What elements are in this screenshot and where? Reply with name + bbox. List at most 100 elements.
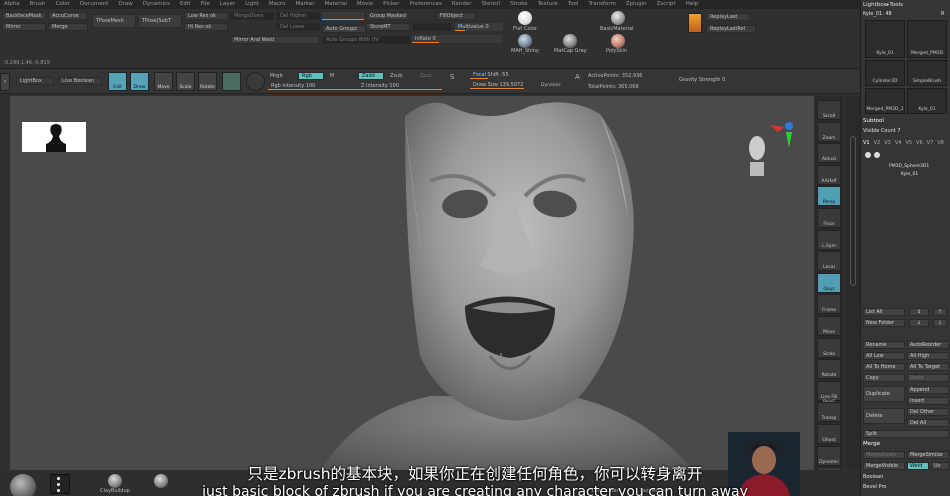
version-tab[interactable]: V4 <box>895 140 902 148</box>
scale-mode-button[interactable]: Scale <box>176 72 195 91</box>
menu-item[interactable]: Dynamics <box>143 0 170 9</box>
edit-mode-button[interactable]: Edit <box>108 72 127 91</box>
live-boolean-button[interactable]: Live Boolean <box>58 77 102 85</box>
arrow-down-small-icon[interactable]: ↓ <box>933 319 947 327</box>
version-tab[interactable]: V1 <box>863 140 870 148</box>
s-icon[interactable]: S <box>450 73 460 91</box>
menu-item[interactable]: Material <box>325 0 347 9</box>
shelf-button-scroll[interactable]: Scroll <box>817 100 841 120</box>
del-other-button[interactable]: Del Other <box>907 408 949 416</box>
tool-thumbnail[interactable]: SimpleBrush <box>907 60 947 86</box>
zadd-button[interactable]: Zadd <box>358 72 384 80</box>
shelf-button-rotate[interactable]: Rotate <box>817 359 841 380</box>
delete-button[interactable]: Delete <box>863 408 905 424</box>
copy-button[interactable]: Copy <box>863 374 905 382</box>
r-label[interactable]: R <box>941 11 944 17</box>
merge-button[interactable]: Merge <box>48 23 88 31</box>
menu-item[interactable]: Zscript <box>657 0 676 9</box>
multivalue-slider[interactable]: Multivalue 0 <box>455 23 503 31</box>
duplicate-button[interactable]: Duplicate <box>863 386 905 402</box>
shelf-button-ghost[interactable]: Ghost <box>817 424 841 444</box>
poly-skin-material-icon[interactable] <box>611 34 625 48</box>
auto-groups-uv-button[interactable]: Auto Groups With UV <box>322 36 410 44</box>
fill-object-button[interactable]: FillObject <box>436 12 476 20</box>
list-all-button[interactable]: List All <box>863 308 905 316</box>
shelf-button-l-sym[interactable]: L.Sym <box>817 229 841 250</box>
m-label[interactable]: M <box>330 73 334 79</box>
tray-merge-down-button[interactable]: MergeDown <box>863 451 905 459</box>
split-button[interactable]: Split <box>863 430 949 438</box>
tool-thumbnail[interactable]: Merged_PM3D_1 <box>865 88 905 114</box>
rotate-mode-button[interactable]: Rotate <box>198 72 217 91</box>
rgb-button[interactable]: Rgb <box>298 72 324 80</box>
version-tab[interactable]: V5 <box>905 140 912 148</box>
mirror-and-weld-button[interactable]: Mirror And Weld <box>230 36 320 44</box>
gravity-strength-slider[interactable]: Gravity Strength 0 <box>676 76 766 84</box>
material-sphere-icon[interactable] <box>222 72 241 91</box>
del-all-button[interactable]: Del All <box>907 419 949 427</box>
menu-item[interactable]: File <box>201 0 210 9</box>
hi-res-ok-button[interactable]: Hi Res ok <box>184 23 228 31</box>
basic-material-icon[interactable] <box>611 11 625 25</box>
menu-item[interactable]: Document <box>80 0 109 9</box>
version-tab[interactable]: V2 <box>874 140 881 148</box>
subtool-kyle-item[interactable]: Kyle_01 <box>901 172 918 177</box>
replay-last-rel-button[interactable]: ReplayLastRel <box>706 25 756 33</box>
store-mt-button[interactable]: StoreMT <box>366 23 410 31</box>
subtool-dot-icon[interactable] <box>865 152 871 158</box>
replay-last-button[interactable]: ReplayLast <box>706 13 750 21</box>
coll-button[interactable] <box>412 23 452 31</box>
append-button[interactable]: Append <box>907 386 949 394</box>
paste-button[interactable]: Paste <box>907 374 949 382</box>
arrow-up-icon[interactable]: ↑ <box>933 308 947 316</box>
sculpt-head-model[interactable]: + <box>10 96 814 494</box>
menu-item[interactable]: Preferences <box>410 0 442 9</box>
shelf-button-persp[interactable]: Persp <box>817 186 841 207</box>
shelf-button-qxyz[interactable]: Qxyz <box>817 272 841 293</box>
menu-item[interactable]: Light <box>245 0 259 9</box>
z-intensity-slider[interactable]: Z Intensity 100 <box>358 82 442 90</box>
replay-icon[interactable] <box>688 13 702 33</box>
menu-item[interactable]: Marker <box>296 0 315 9</box>
menu-item[interactable]: Brush <box>30 0 46 9</box>
menu-item[interactable]: Stroke <box>510 0 528 9</box>
mirror-button[interactable]: Mirror <box>2 23 46 31</box>
tpose-subt-button[interactable]: TPose|SubT <box>138 14 182 28</box>
version-tab[interactable]: V6 <box>916 140 923 148</box>
tool-slider[interactable] <box>322 12 364 20</box>
visible-count[interactable]: Visible Count 7 <box>863 128 901 134</box>
group-masked-button[interactable]: Group Masked <box>366 12 410 20</box>
collapse-arrow-icon[interactable]: ‹ <box>0 73 10 91</box>
menu-item[interactable]: Transform <box>588 0 615 9</box>
menu-item[interactable]: Help <box>686 0 699 9</box>
lightbox-button[interactable]: LightBox <box>16 77 54 85</box>
rename-button[interactable]: Rename <box>863 341 905 349</box>
mah-shiny-material-icon[interactable] <box>518 34 532 48</box>
menu-item[interactable]: Edit <box>180 0 191 9</box>
dynamic-toggle[interactable]: Dynamic <box>541 83 561 88</box>
menu-item[interactable]: Texture <box>538 0 558 9</box>
shelf-button-move[interactable]: Move <box>817 316 841 336</box>
shelf-scroll[interactable] <box>846 96 860 496</box>
auto-reorder-button[interactable]: AutoReorder <box>907 341 949 349</box>
subtool-header[interactable]: Subtool <box>863 118 884 124</box>
shelf-button-local[interactable]: Local <box>817 251 841 272</box>
move-mode-button[interactable]: Move <box>154 72 173 91</box>
backface-mask-button[interactable]: BackfaceMask <box>2 12 46 20</box>
shelf-button-frame[interactable]: Frame <box>817 294 841 315</box>
tool-thumbnail[interactable]: Kyle_01 <box>865 20 905 58</box>
mrgb-label[interactable]: Mrgb <box>270 73 283 79</box>
merge-section-header[interactable]: Merge <box>863 441 880 447</box>
menu-item[interactable]: Render <box>452 0 472 9</box>
new-folder-button[interactable]: New Folder <box>863 319 905 327</box>
focal-shift-slider[interactable]: Focal Shift -55 <box>470 71 530 79</box>
inflate-slider[interactable]: Inflate 0 <box>412 35 502 43</box>
lightbox-tools-label[interactable]: Lightbox▸Tools <box>863 2 903 8</box>
shelf-button-aahalf[interactable]: AAHalf <box>817 164 841 185</box>
version-tab[interactable]: V8 <box>937 140 944 148</box>
shelf-button-actual[interactable]: Actual <box>817 143 841 164</box>
version-tab[interactable]: V3 <box>884 140 891 148</box>
matcap-gray-material-icon[interactable] <box>563 34 577 48</box>
accu-curve-button[interactable]: AccuCurve <box>48 12 88 20</box>
shelf-button-line-fill-polyf[interactable]: Line Fill PolyF <box>817 380 841 405</box>
